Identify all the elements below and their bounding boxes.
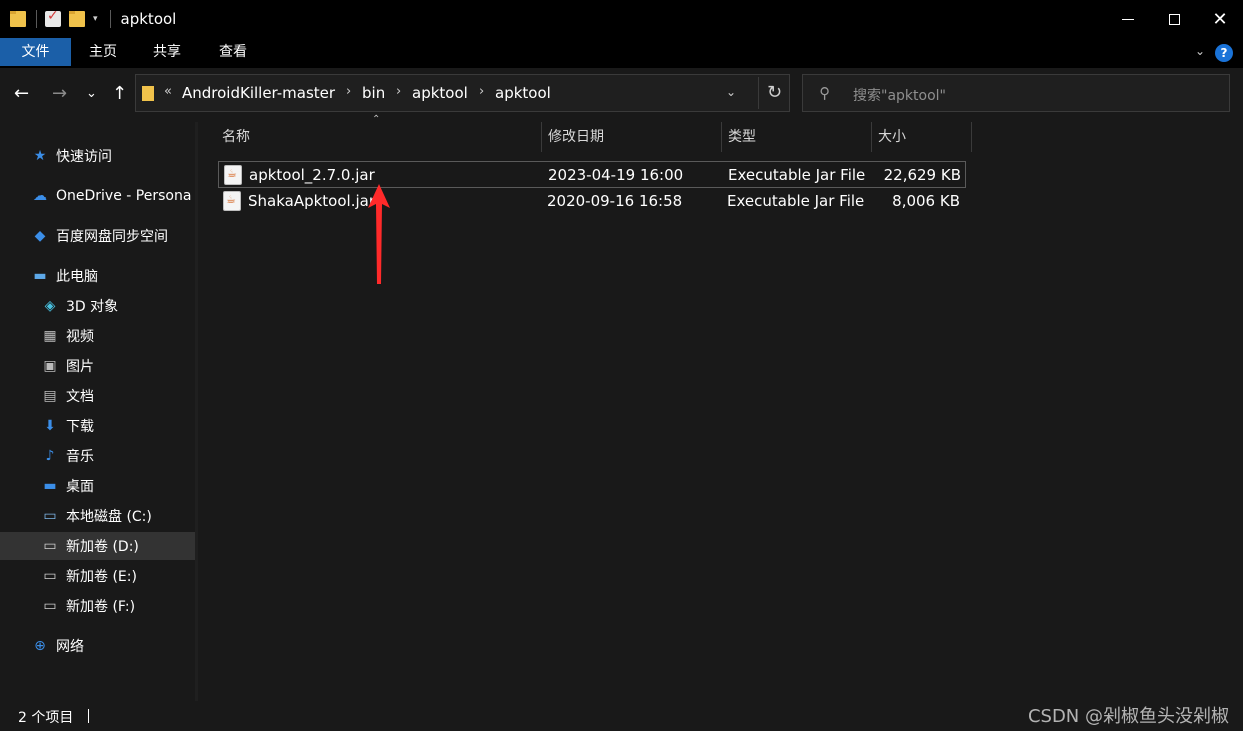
file-name: ShakaApktool.jar xyxy=(248,192,376,210)
table-row[interactable]: ShakaApktool.jar 2020-09-16 16:58 Execut… xyxy=(218,188,966,215)
customize-toolbar-dropdown[interactable]: ▾ xyxy=(93,14,98,24)
refresh-button[interactable]: ↻ xyxy=(758,77,790,109)
breadcrumb-apktool[interactable]: apktool xyxy=(412,84,468,102)
up-button[interactable]: ↑ xyxy=(112,84,127,104)
file-size: 22,629 KB xyxy=(883,166,961,184)
sidebar-item-drive-e[interactable]: ▭ 新加卷 (E:) xyxy=(0,562,195,590)
close-button[interactable]: ✕ xyxy=(1197,0,1243,38)
recent-locations-button[interactable]: ⌄ xyxy=(86,84,97,104)
sidebar-item-baidu-sync[interactable]: ◆ 百度网盘同步空间 xyxy=(0,222,195,250)
address-overflow-icon[interactable]: « xyxy=(164,84,172,99)
column-header-size[interactable]: 大小 xyxy=(872,122,972,152)
sidebar-item-drive-d[interactable]: ▭ 新加卷 (D:) xyxy=(0,532,195,560)
annotation-arrow-shape xyxy=(368,184,390,284)
drive-icon: ▭ xyxy=(43,598,57,614)
minimize-button[interactable] xyxy=(1105,0,1151,38)
properties-icon[interactable] xyxy=(45,8,61,27)
sidebar-item-downloads[interactable]: ⬇ 下载 xyxy=(0,412,195,440)
divider xyxy=(36,10,37,28)
back-button[interactable]: ← xyxy=(14,84,29,104)
star-icon: ★ xyxy=(33,148,47,164)
watermark: CSDN @剁椒鱼头没剁椒 xyxy=(1027,706,1229,727)
cube-icon: ◈ xyxy=(44,298,56,314)
breadcrumb-bin[interactable]: bin xyxy=(362,84,385,102)
ribbon-tabs: 文件 主页 共享 查看 ⌄ ? xyxy=(0,38,1243,68)
title-bar: ▾ apktool ✕ xyxy=(0,0,1243,38)
sidebar-item-drive-c[interactable]: ▭ 本地磁盘 (C:) xyxy=(0,502,195,530)
file-list: ⌃ 名称 修改日期 类型 大小 apktool_2.7.0.jar 2023-0… xyxy=(198,114,1243,701)
sidebar-item-music[interactable]: ♪ 音乐 xyxy=(0,442,195,470)
file-date: 2023-04-19 16:00 xyxy=(548,166,684,184)
sidebar-item-videos[interactable]: ▦ 视频 xyxy=(0,322,195,350)
jar-file-icon xyxy=(223,191,241,211)
document-icon: ▤ xyxy=(43,388,57,404)
file-type: Executable Jar File xyxy=(728,166,866,184)
computer-icon: ▬ xyxy=(33,268,47,284)
file-size: 8,006 KB xyxy=(892,192,960,210)
tab-view[interactable]: 查看 xyxy=(199,38,267,66)
column-header-date[interactable]: 修改日期 xyxy=(542,122,722,152)
status-bar: 2 个项目 CSDN @剁椒鱼头没剁椒 xyxy=(0,701,1243,731)
sidebar-item-pictures[interactable]: ▣ 图片 xyxy=(0,352,195,380)
item-count: 2 个项目 xyxy=(18,710,74,726)
download-icon: ⬇ xyxy=(44,418,56,434)
column-header-name[interactable]: 名称 xyxy=(216,122,542,152)
divider xyxy=(88,709,89,723)
video-icon: ▦ xyxy=(43,328,57,344)
divider xyxy=(109,10,111,28)
picture-icon: ▣ xyxy=(43,358,57,374)
window-controls: ✕ xyxy=(1105,0,1243,38)
sidebar-item-drive-f[interactable]: ▭ 新加卷 (F:) xyxy=(0,592,195,620)
sidebar-item-quick-access[interactable]: ★ 快速访问 xyxy=(0,142,195,170)
file-date: 2020-09-16 16:58 xyxy=(547,192,683,210)
address-bar[interactable]: « AndroidKiller-master › bin › apktool ›… xyxy=(135,74,790,112)
maximize-button[interactable] xyxy=(1151,0,1197,38)
folder-icon xyxy=(10,11,26,27)
network-icon: ⊕ xyxy=(34,638,46,654)
jar-file-icon xyxy=(224,165,242,185)
sidebar-item-onedrive[interactable]: ☁ OneDrive - Persona xyxy=(0,182,195,210)
maximize-icon xyxy=(1168,13,1180,25)
forward-button[interactable]: → xyxy=(52,84,67,104)
file-name: apktool_2.7.0.jar xyxy=(249,166,375,184)
search-icon: ⚲ xyxy=(819,84,830,102)
help-icon[interactable]: ? xyxy=(1215,44,1233,62)
tab-file[interactable]: 文件 xyxy=(0,38,71,66)
music-icon: ♪ xyxy=(45,448,55,464)
search-placeholder: 搜索"apktool" xyxy=(853,88,946,104)
drive-icon: ▭ xyxy=(43,568,57,584)
cloud-icon: ☁ xyxy=(33,188,47,204)
drive-icon: ▭ xyxy=(43,538,57,554)
folder-icon xyxy=(142,86,154,101)
navigation-pane: ★ 快速访问 ☁ OneDrive - Persona ◆ 百度网盘同步空间 ▬… xyxy=(0,122,198,701)
sidebar-item-desktop[interactable]: ▬ 桌面 xyxy=(0,472,195,500)
desktop-icon: ▬ xyxy=(43,478,57,494)
window-title: apktool xyxy=(120,10,177,28)
column-header-type[interactable]: 类型 xyxy=(722,122,872,152)
breadcrumb-separator-icon[interactable]: › xyxy=(479,84,484,99)
sidebar-item-this-pc[interactable]: ▬ 此电脑 xyxy=(0,262,195,290)
breadcrumb-apktool-current[interactable]: apktool xyxy=(495,84,551,102)
sidebar-item-3d-objects[interactable]: ◈ 3D 对象 xyxy=(0,292,195,320)
tab-share[interactable]: 共享 xyxy=(135,38,199,66)
tab-home[interactable]: 主页 xyxy=(71,38,135,66)
breadcrumb-separator-icon[interactable]: › xyxy=(396,84,401,99)
new-folder-icon[interactable] xyxy=(69,11,85,27)
baidu-sync-icon: ◆ xyxy=(34,228,46,244)
breadcrumb-androidkiller-master[interactable]: AndroidKiller-master xyxy=(182,84,335,102)
minimize-icon xyxy=(1122,18,1134,20)
address-dropdown-icon[interactable]: ⌄ xyxy=(726,85,736,99)
breadcrumb-separator-icon[interactable]: › xyxy=(346,84,351,99)
file-type: Executable Jar File xyxy=(727,192,865,210)
expand-ribbon-chevron-icon[interactable]: ⌄ xyxy=(1195,44,1205,58)
quick-access-toolbar: ▾ xyxy=(0,0,119,38)
sidebar-item-network[interactable]: ⊕ 网络 xyxy=(0,632,195,660)
drive-c-icon: ▭ xyxy=(43,508,57,524)
navigation-bar: ← → ⌄ ↑ « AndroidKiller-master › bin › a… xyxy=(0,68,1243,122)
search-box[interactable]: ⚲ 搜索"apktool" xyxy=(802,74,1230,112)
table-row[interactable]: apktool_2.7.0.jar 2023-04-19 16:00 Execu… xyxy=(218,161,966,188)
annotation-arrow xyxy=(368,184,390,284)
sidebar-item-documents[interactable]: ▤ 文档 xyxy=(0,382,195,410)
